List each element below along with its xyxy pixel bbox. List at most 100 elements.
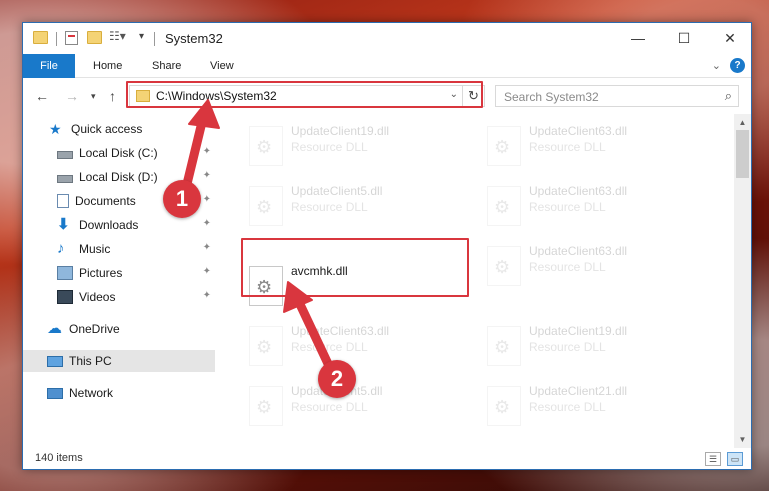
list-item[interactable]: ⚙ UpdateClient63.dll Resource DLL bbox=[481, 120, 701, 180]
recent-locations-button[interactable]: ▾ bbox=[91, 91, 96, 102]
chevron-down-icon[interactable]: ▾ bbox=[139, 31, 144, 42]
download-icon: ⬇ bbox=[57, 216, 70, 233]
music-icon: ♪ bbox=[57, 240, 65, 257]
file-type: Resource DLL bbox=[291, 200, 368, 214]
maximize-button[interactable]: ☐ bbox=[661, 23, 707, 54]
sidebar-item-local-disk-c[interactable]: Local Disk (C:) ✦ bbox=[23, 142, 215, 164]
scroll-down-icon[interactable]: ▼ bbox=[734, 431, 751, 448]
chevron-down-icon[interactable]: ⌄ bbox=[450, 89, 458, 100]
list-item[interactable]: ⚙ UpdateClient19.dll Resource DLL bbox=[243, 120, 463, 180]
forward-button[interactable]: → bbox=[65, 88, 79, 104]
sidebar-item-pictures[interactable]: Pictures ✦ bbox=[23, 262, 215, 284]
address-bar[interactable]: C:\Windows\System32 ⌄ ↻ bbox=[129, 85, 485, 107]
list-item[interactable]: ⚙ UpdateClient19.dll Resource DLL bbox=[481, 320, 701, 380]
tab-home[interactable]: Home bbox=[93, 54, 122, 78]
dll-file-icon: ⚙ bbox=[487, 126, 521, 166]
sidebar-item-label: Downloads bbox=[79, 218, 139, 232]
sidebar-item-label: Documents bbox=[75, 194, 136, 208]
pin-icon[interactable]: ✦ bbox=[203, 170, 211, 181]
pin-icon[interactable]: ✦ bbox=[203, 218, 211, 229]
scroll-up-icon[interactable]: ▲ bbox=[734, 114, 751, 131]
file-name: UpdateClient63.dll bbox=[529, 244, 628, 258]
sidebar-item-label: Network bbox=[69, 386, 114, 400]
sidebar-item-videos[interactable]: Videos ✦ bbox=[23, 286, 215, 308]
file-name: UpdateClient63.dll bbox=[529, 124, 628, 138]
list-item[interactable]: ⚙ UpdateClient21.dll Resource DLL bbox=[481, 380, 701, 440]
sidebar-item-label: Music bbox=[79, 242, 111, 256]
dll-file-icon: ⚙ bbox=[487, 246, 521, 286]
close-button[interactable]: ✕ bbox=[707, 23, 753, 54]
star-icon: ★ bbox=[49, 121, 62, 137]
drive-icon bbox=[57, 175, 73, 183]
pin-icon[interactable]: ✦ bbox=[203, 242, 211, 253]
dll-file-icon: ⚙ bbox=[487, 326, 521, 366]
documents-icon bbox=[57, 194, 69, 208]
videos-icon bbox=[57, 290, 73, 304]
minimize-button[interactable]: — bbox=[615, 23, 661, 54]
search-icon[interactable]: ⌕ bbox=[725, 88, 732, 104]
folder-icon bbox=[136, 90, 150, 102]
highlighted-file-avcmhk[interactable]: ⚙ avcmhk.dll bbox=[243, 260, 463, 320]
dll-file-icon: ⚙ bbox=[487, 386, 521, 426]
sidebar-item-quick-access[interactable]: ★ Quick access bbox=[23, 118, 215, 140]
dll-file-icon: ⚙ bbox=[249, 126, 283, 166]
list-item[interactable]: ⚙ UpdateClient63.dll Resource DLL bbox=[481, 240, 701, 300]
status-bar: 140 items ☰ ▭ bbox=[23, 448, 751, 470]
sidebar-item-this-pc[interactable]: This PC bbox=[23, 350, 215, 372]
window-title: System32 bbox=[165, 31, 223, 46]
help-button[interactable]: ? bbox=[730, 58, 745, 73]
file-type: Resource DLL bbox=[291, 140, 368, 154]
file-type: Resource DLL bbox=[291, 400, 368, 414]
file-type: Resource DLL bbox=[529, 200, 606, 214]
refresh-button[interactable]: ↻ bbox=[462, 86, 484, 106]
sidebar-item-music[interactable]: ♪ Music ✦ bbox=[23, 238, 215, 260]
title-bar: ☷▾ ▾ System32 — ☐ ✕ bbox=[23, 23, 751, 54]
expand-ribbon-icon[interactable]: ⌄ bbox=[712, 59, 721, 72]
sidebar-item-label: OneDrive bbox=[69, 322, 120, 336]
file-name: UpdateClient5.dll bbox=[291, 184, 383, 198]
up-button[interactable]: ↑ bbox=[109, 88, 116, 104]
tab-file[interactable]: File bbox=[23, 54, 75, 78]
file-type: Resource DLL bbox=[529, 340, 606, 354]
list-item[interactable]: ⚙ UpdateClient63.dll Resource DLL bbox=[481, 180, 701, 240]
large-icons-view-icon[interactable]: ▭ bbox=[727, 452, 743, 466]
tab-view[interactable]: View bbox=[210, 54, 234, 78]
sidebar-item-label: Quick access bbox=[71, 122, 143, 136]
dll-file-icon: ⚙ bbox=[249, 326, 283, 366]
sidebar-item-network[interactable]: Network bbox=[23, 382, 215, 404]
file-name: UpdateClient63.dll bbox=[291, 324, 390, 338]
step-2-badge: 2 bbox=[318, 360, 356, 398]
dll-file-icon: ⚙ bbox=[487, 186, 521, 226]
divider bbox=[56, 32, 57, 46]
step-1-badge: 1 bbox=[163, 180, 201, 218]
pin-icon[interactable]: ✦ bbox=[203, 290, 211, 301]
details-view-icon[interactable]: ☰ bbox=[705, 452, 721, 466]
sidebar-item-label: Local Disk (D:) bbox=[79, 170, 158, 184]
cloud-icon: ☁ bbox=[47, 320, 62, 337]
pin-icon[interactable]: ✦ bbox=[203, 194, 211, 205]
file-type: Resource DLL bbox=[529, 140, 606, 154]
navigation-pane: ★ Quick access Local Disk (C:) ✦ Local D… bbox=[23, 114, 219, 448]
file-name: UpdateClient19.dll bbox=[291, 124, 390, 138]
file-name: UpdateClient19.dll bbox=[529, 324, 628, 338]
navigation-bar: ← → ▾ ↑ C:\Windows\System32 ⌄ ↻ Search S… bbox=[23, 78, 751, 114]
file-name: UpdateClient21.dll bbox=[529, 384, 628, 398]
back-button[interactable]: ← bbox=[35, 88, 49, 104]
customize-toolbar-icon[interactable]: ☷▾ bbox=[109, 29, 126, 43]
tab-share[interactable]: Share bbox=[152, 54, 181, 78]
file-explorer-window: ☷▾ ▾ System32 — ☐ ✕ File Home Share View… bbox=[22, 22, 752, 470]
properties-icon[interactable] bbox=[65, 31, 78, 45]
search-input[interactable]: Search System32 ⌕ bbox=[495, 85, 739, 107]
vertical-scrollbar[interactable]: ▲ ▼ bbox=[734, 114, 751, 448]
new-folder-icon[interactable] bbox=[87, 31, 102, 44]
divider bbox=[154, 32, 155, 46]
file-type: Resource DLL bbox=[291, 340, 368, 354]
list-item[interactable]: ⚙ UpdateClient5.dll Resource DLL bbox=[243, 180, 463, 240]
sidebar-item-onedrive[interactable]: ☁ OneDrive bbox=[23, 318, 215, 340]
pin-icon[interactable]: ✦ bbox=[203, 146, 211, 157]
address-path[interactable]: C:\Windows\System32 bbox=[156, 89, 277, 103]
scrollbar-thumb[interactable] bbox=[736, 130, 749, 178]
sidebar-item-label: Videos bbox=[79, 290, 116, 304]
folder-icon bbox=[33, 31, 48, 44]
pin-icon[interactable]: ✦ bbox=[203, 266, 211, 277]
